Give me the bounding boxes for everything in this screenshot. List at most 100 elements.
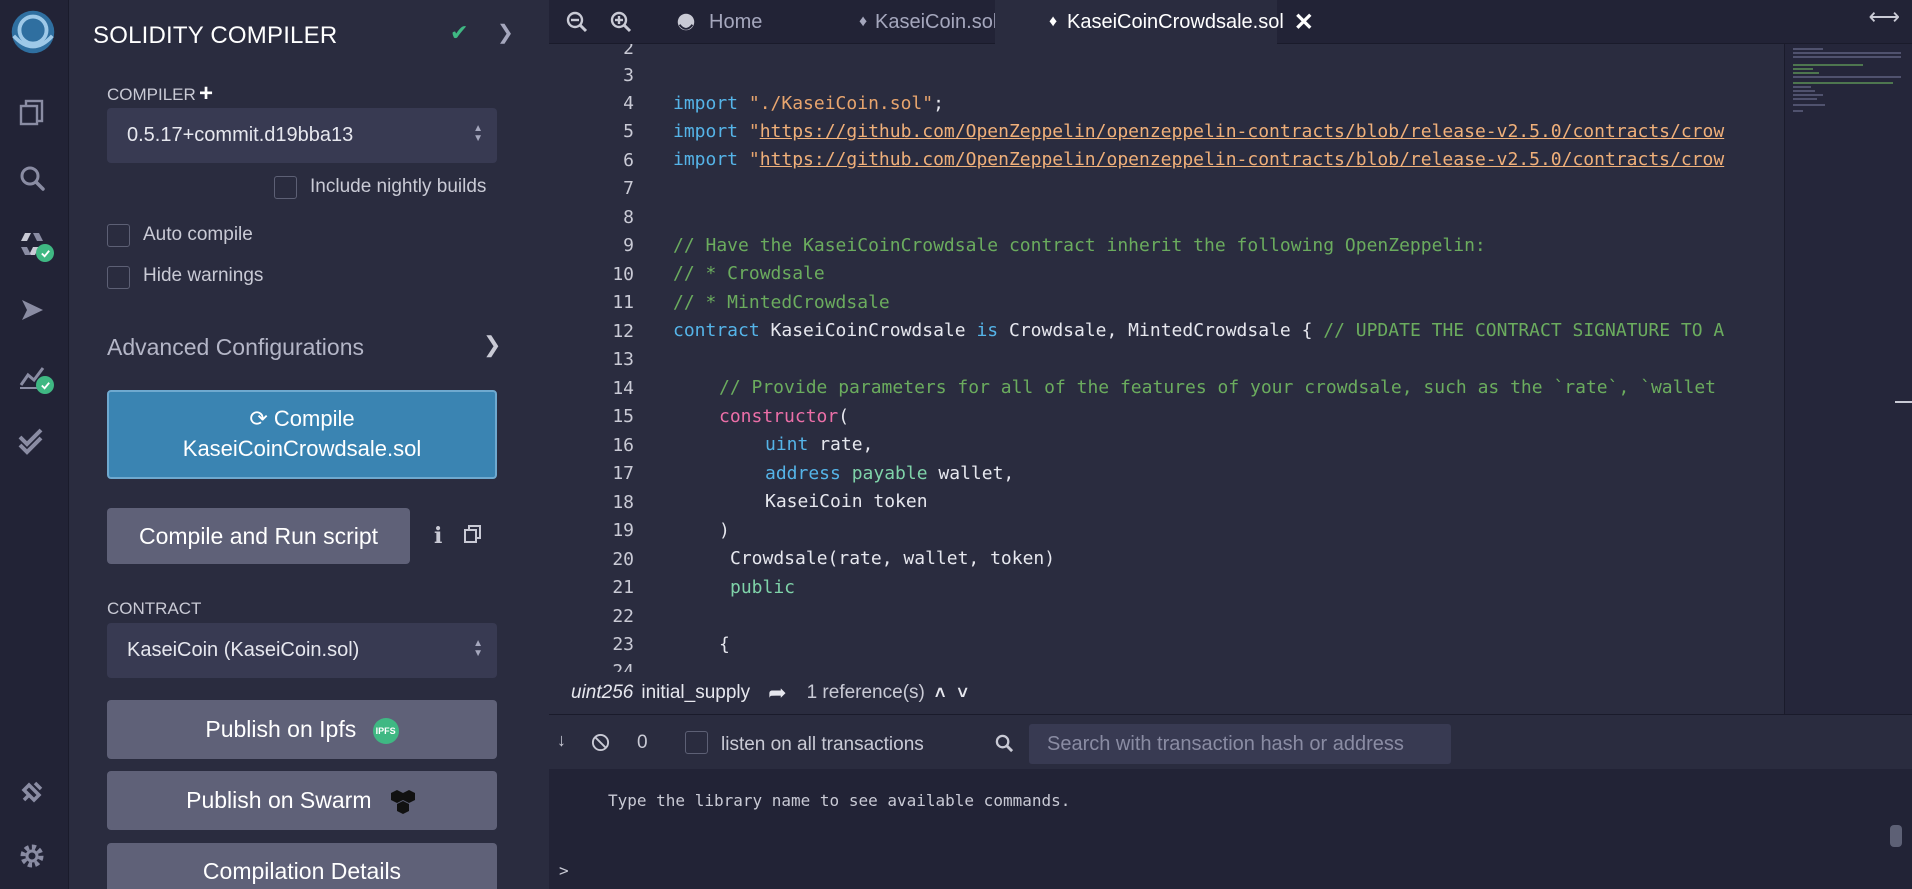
- compile-and-run-button[interactable]: Compile and Run script: [107, 508, 410, 564]
- terminal-output[interactable]: Type the library name to see available c…: [549, 769, 1912, 889]
- solidity-file-icon: ♦: [859, 13, 868, 30]
- transaction-search-input[interactable]: Search with transaction hash or address: [1029, 724, 1451, 764]
- zoom-in-icon[interactable]: [609, 10, 633, 34]
- import-link[interactable]: https://github.com/OpenZeppelin/openzepp…: [760, 121, 1725, 142]
- include-nightly-label: Include nightly builds: [310, 176, 487, 197]
- terminal-prompt[interactable]: >: [559, 861, 569, 880]
- line-number: 14: [612, 378, 634, 399]
- solidity-compiler-icon[interactable]: [12, 224, 54, 264]
- search-icon: [995, 734, 1014, 753]
- code-minimap[interactable]: [1784, 44, 1912, 714]
- code-line-14: constructor(: [719, 406, 850, 427]
- line-number: 15: [612, 406, 634, 427]
- check-icon: ✔: [450, 20, 469, 45]
- auto-compile-checkbox[interactable]: [107, 224, 130, 247]
- terminal-scrollbar[interactable]: [1890, 825, 1902, 847]
- analysis-icon[interactable]: [12, 356, 54, 396]
- unit-testing-icon[interactable]: [12, 420, 52, 460]
- deploy-run-icon[interactable]: [12, 290, 52, 330]
- compiler-label: COMPILER: [107, 85, 196, 104]
- code-line-17: KaseiCoin token: [765, 491, 928, 512]
- line-number: 2: [623, 44, 634, 59]
- compile-button[interactable]: ⟳ Compile KaseiCoinCrowdsale.sol: [107, 390, 497, 479]
- compilation-details-button[interactable]: Compilation Details: [107, 843, 497, 889]
- zoom-out-icon[interactable]: [565, 10, 589, 34]
- tab-crowdsale-label: KaseiCoinCrowdsale.sol: [1067, 10, 1284, 33]
- code-line-4: import "https://github.com/OpenZeppelin/…: [673, 121, 1725, 142]
- solidity-file-icon: ♦: [1049, 13, 1058, 30]
- select-arrows-icon: ▲ ▼: [473, 123, 483, 144]
- code-line-3: import "./KaseiCoin.sol";: [673, 93, 944, 114]
- contract-select-value: KaseiCoin (KaseiCoin.sol): [127, 639, 360, 661]
- import-link[interactable]: https://github.com/OpenZeppelin/openzepp…: [760, 149, 1725, 170]
- listen-transactions-label: listen on all transactions: [721, 734, 924, 755]
- chevron-down-icon[interactable]: ˅: [957, 683, 968, 704]
- tab-home[interactable]: Home: [661, 0, 803, 44]
- ref-type: uint256: [571, 682, 634, 703]
- code-line-5: import "https://github.com/OpenZeppelin/…: [673, 149, 1725, 170]
- chevron-right-icon[interactable]: ❯: [483, 332, 501, 358]
- code-line-20: public: [730, 577, 796, 598]
- include-nightly-checkbox[interactable]: [274, 176, 297, 199]
- info-icon[interactable]: i: [434, 523, 442, 549]
- line-number: 3: [623, 65, 634, 86]
- line-number: 4: [623, 93, 634, 114]
- file-explorer-icon[interactable]: [12, 92, 52, 132]
- goto-definition-icon[interactable]: ➦: [768, 680, 786, 706]
- solidity-compiler-panel: SOLIDITY COMPILER ✔ ❯ COMPILER + 0.5.17+…: [70, 0, 614, 889]
- tab-kaseicoin-label: KaseiCoin.sol: [875, 10, 998, 33]
- icon-rail: [0, 0, 69, 889]
- code-line-9: // * Crowdsale: [673, 263, 825, 284]
- compiler-version-select[interactable]: 0.5.17+commit.d19bba13 ▲ ▼: [107, 108, 497, 163]
- publish-swarm-button[interactable]: Publish on Swarm: [107, 771, 497, 830]
- line-number: 5: [623, 121, 634, 142]
- clear-console-icon[interactable]: [591, 733, 610, 752]
- code-line-18: ): [719, 520, 730, 541]
- line-number: 11: [612, 292, 634, 313]
- settings-gear-icon[interactable]: [12, 836, 52, 876]
- editor-scrollbar-mark: [1895, 401, 1912, 403]
- resize-arrows-icon[interactable]: ⟷: [1868, 4, 1900, 30]
- code-line-15: uint rate,: [765, 434, 874, 455]
- reference-bar: uint256 initial_supply ➦ 1 reference(s) …: [549, 672, 1039, 714]
- editor-tab-bar: Home ♦ KaseiCoin.sol ♦ KaseiCoinCrowdsal…: [549, 0, 1912, 44]
- line-number: 6: [623, 150, 634, 171]
- collapse-terminal-icon[interactable]: ↓: [557, 730, 566, 751]
- line-number: 24: [612, 661, 634, 672]
- advanced-config-toggle[interactable]: Advanced Configurations: [107, 334, 364, 361]
- refresh-icon: ⟳: [249, 406, 268, 431]
- tab-kaseicoin[interactable]: ♦ KaseiCoin.sol: [803, 0, 998, 44]
- listen-transactions-checkbox[interactable]: [685, 731, 708, 754]
- remix-logo-icon[interactable]: [4, 6, 62, 58]
- search-icon[interactable]: [12, 158, 52, 198]
- search-placeholder: Search with transaction hash or address: [1047, 732, 1404, 755]
- remix-home-icon: [677, 13, 695, 31]
- tab-kaseicoin-crowdsale[interactable]: ♦ KaseiCoinCrowdsale.sol ✕: [995, 0, 1314, 44]
- code-editor[interactable]: 2 3 import "./KaseiCoin.sol"; 4 import "…: [549, 44, 1784, 672]
- publish-swarm-label: Publish on Swarm: [186, 787, 372, 813]
- line-number: 10: [612, 264, 634, 285]
- pending-tx-count: 0: [637, 732, 648, 753]
- chevron-right-icon[interactable]: ❯: [497, 20, 514, 45]
- ipfs-icon: IPFS: [372, 717, 399, 744]
- code-line-22: {: [719, 634, 730, 655]
- panel-title: SOLIDITY COMPILER: [93, 22, 338, 49]
- contract-select[interactable]: KaseiCoin (KaseiCoin.sol) ▲ ▼: [107, 623, 497, 678]
- line-number: 23: [612, 634, 634, 655]
- publish-ipfs-button[interactable]: Publish on Ipfs IPFS: [107, 700, 497, 759]
- terminal-toolbar: ↓ 0 listen on all transactions Search wi…: [549, 714, 1912, 769]
- plugin-manager-icon[interactable]: [12, 772, 52, 812]
- auto-compile-label: Auto compile: [143, 224, 253, 245]
- hide-warnings-checkbox[interactable]: [107, 266, 130, 289]
- line-number: 13: [612, 349, 634, 370]
- terminal-message: Type the library name to see available c…: [608, 791, 1071, 810]
- close-tab-icon[interactable]: ✕: [1294, 8, 1314, 37]
- line-number: 19: [612, 520, 634, 541]
- code-line-11: contract KaseiCoinCrowdsale is Crowdsale…: [673, 320, 1725, 341]
- chevron-up-icon[interactable]: ˄: [935, 683, 946, 704]
- add-compiler-icon[interactable]: +: [199, 80, 213, 108]
- publish-ipfs-label: Publish on Ipfs: [205, 716, 357, 742]
- code-line-10: // * MintedCrowdsale: [673, 292, 890, 313]
- contract-label: CONTRACT: [107, 599, 202, 618]
- copy-icon[interactable]: [463, 524, 483, 544]
